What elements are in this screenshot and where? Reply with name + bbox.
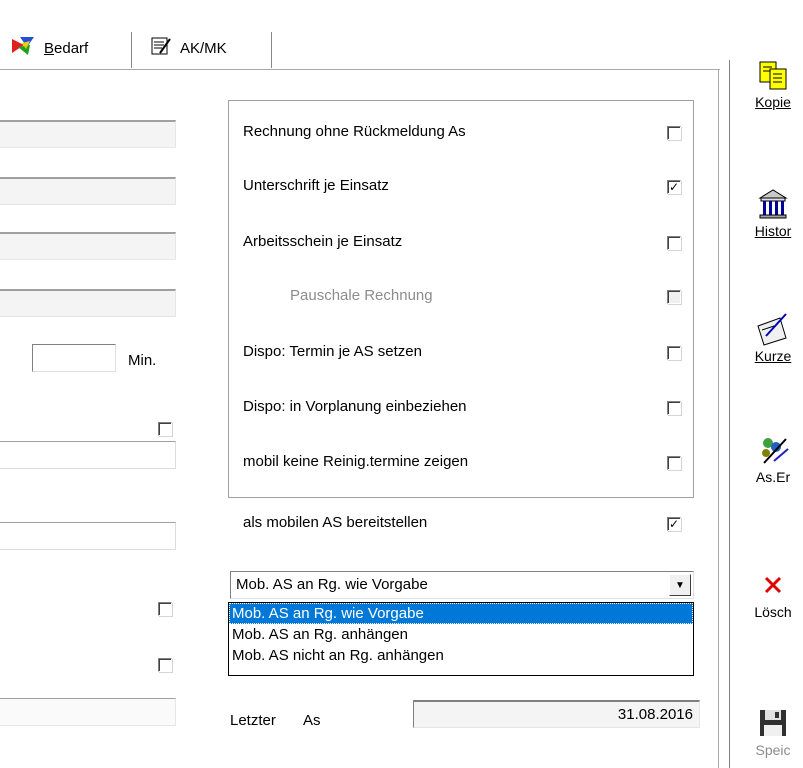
combobox-selected-value: Mob. AS an Rg. wie Vorgabe: [236, 576, 428, 593]
note-pen-icon: [756, 312, 790, 346]
option-label-mobil-keine-reinigtermine: mobil keine Reinig.termine zeigen: [243, 453, 469, 470]
checkbox-dispo-vorplanung[interactable]: [667, 401, 681, 415]
option-label-arbeitsschein-je-einsatz: Arbeitsschein je Einsatz: [243, 233, 403, 250]
tab-ak-mk-label: AK/MK: [180, 39, 227, 57]
historie-button[interactable]: Histor: [738, 187, 803, 239]
left-field-5[interactable]: [0, 698, 176, 726]
checkbox-arbeitsschein-je-einsatz[interactable]: [667, 236, 681, 250]
letzter-as-date: 31.08.2016: [617, 706, 693, 723]
dropdown-option-anhaengen[interactable]: Mob. AS an Rg. anhängen: [229, 624, 693, 645]
option-label-unterschrift-je-einsatz: Unterschrift je Einsatz: [243, 177, 389, 194]
delete-x-icon: [756, 568, 790, 602]
save-disk-icon: [756, 706, 790, 740]
bedarf-icon: [10, 35, 36, 61]
as-erfassung-icon: [756, 433, 790, 467]
option-label-dispo-vorplanung: Dispo: in Vorplanung einbeziehen: [243, 398, 467, 415]
speichern-label: Speic: [755, 742, 791, 758]
kurzerfassung-button[interactable]: Kurze: [738, 312, 803, 364]
as-erfassung-button[interactable]: As.Er: [738, 433, 803, 485]
dropdown-option-nicht-anhaengen[interactable]: Mob. AS nicht an Rg. anhängen: [229, 645, 693, 666]
letzter-label: Letzter: [230, 712, 276, 729]
checkbox-dispo-termin[interactable]: [667, 346, 681, 360]
toolbar-divider: [729, 60, 730, 768]
checkbox-mobilen-as-bereitstellen[interactable]: ✓: [667, 517, 681, 531]
historie-label: Histor: [754, 223, 792, 239]
left-checkbox-3[interactable]: [158, 658, 172, 672]
option-label-rechnung-ohne-rueckmeldung: Rechnung ohne Rückmeldung As: [243, 123, 466, 140]
checkbox-mobil-keine-reinigtermine[interactable]: [667, 456, 681, 470]
option-label-dispo-termin: Dispo: Termin je AS setzen: [243, 343, 422, 360]
left-checkbox-1[interactable]: [158, 422, 172, 436]
kopie-button[interactable]: Kopie: [738, 58, 803, 110]
loeschen-label: Lösch: [754, 604, 792, 620]
checkbox-pauschale-rechnung: [667, 290, 681, 304]
loeschen-button[interactable]: Lösch: [738, 568, 803, 620]
as-label: As: [303, 712, 321, 729]
kurzerfassung-label: Kurze: [754, 348, 792, 364]
as-erfassung-label: As.Er: [755, 469, 791, 485]
minutes-unit-label: Min.: [128, 352, 157, 369]
chevron-down-icon[interactable]: ▼: [669, 574, 691, 596]
tab-bedarf[interactable]: Bedarf: [10, 28, 88, 68]
panel-top-border: [0, 69, 720, 71]
option-label-pauschale-rechnung: Pauschale Rechnung: [290, 287, 433, 304]
left-field-2[interactable]: [0, 177, 176, 205]
left-input-2[interactable]: [0, 522, 176, 550]
left-checkbox-2[interactable]: [158, 602, 172, 616]
ak-mk-icon: [150, 35, 172, 61]
label-mobilen-as-bereitstellen: als mobilen AS bereitstellen: [243, 514, 428, 531]
dropdown-option-wie-vorgabe[interactable]: Mob. AS an Rg. wie Vorgabe: [229, 603, 693, 624]
checkbox-rechnung-ohne-rueckmeldung[interactable]: [667, 126, 681, 140]
panel-right-border: [718, 70, 722, 768]
left-field-3[interactable]: [0, 232, 176, 260]
left-input-1[interactable]: [0, 441, 176, 469]
history-building-icon: [756, 187, 790, 221]
copy-icon: [756, 58, 790, 92]
speichern-button[interactable]: Speic: [738, 706, 803, 758]
combobox-dropdown-list: Mob. AS an Rg. wie Vorgabe Mob. AS an Rg…: [228, 602, 694, 676]
checkbox-unterschrift-je-einsatz[interactable]: ✓: [667, 180, 681, 194]
tab-ak-mk[interactable]: AK/MK: [150, 28, 227, 68]
kopie-label: Kopie: [755, 94, 791, 110]
minutes-input[interactable]: [32, 344, 116, 372]
left-field-4[interactable]: [0, 289, 176, 317]
letzter-as-date-field: 31.08.2016: [413, 700, 700, 728]
tab-bedarf-label: Bedarf: [44, 39, 89, 57]
left-field-1[interactable]: [0, 120, 176, 148]
mobile-as-rechnung-combobox[interactable]: Mob. AS an Rg. wie Vorgabe ▼: [230, 571, 694, 599]
